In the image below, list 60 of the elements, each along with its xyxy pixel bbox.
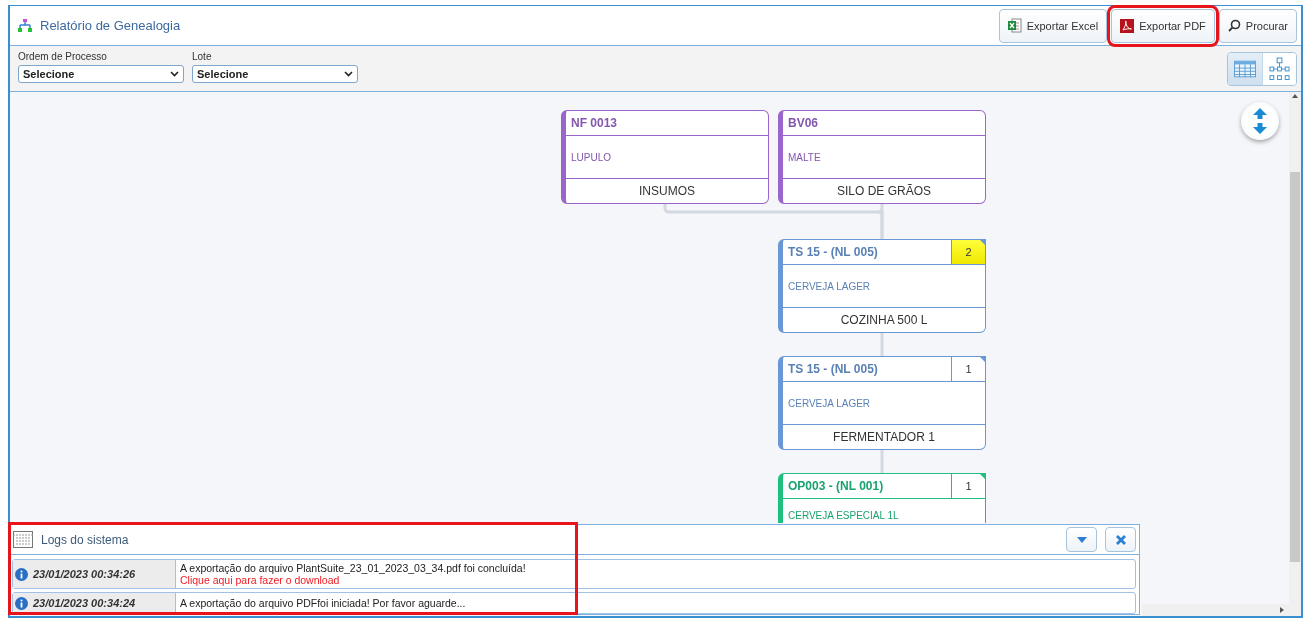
node-code: NF 0013 bbox=[570, 115, 619, 132]
search-icon bbox=[1227, 19, 1241, 32]
expand-collapse-button[interactable] bbox=[1241, 102, 1279, 140]
scroll-up-arrow-icon[interactable] bbox=[1291, 92, 1299, 100]
scroll-right-arrow-icon[interactable] bbox=[1279, 606, 1285, 614]
close-button[interactable] bbox=[1105, 527, 1136, 552]
node-location: SILO DE GRÃOS bbox=[783, 178, 985, 203]
node-code: TS 15 - (NL 005) bbox=[787, 244, 879, 261]
connector-line bbox=[880, 450, 884, 473]
node-location: INSUMOS bbox=[566, 178, 768, 203]
count-badge: 1 bbox=[951, 474, 985, 498]
filter-label: Lote bbox=[192, 51, 213, 62]
tree-view-button[interactable] bbox=[1262, 53, 1296, 85]
log-message: A exportação do arquivo PlantSuite_23_01_2023_03_34.pdf foi concluída! bbox=[180, 562, 527, 574]
hierarchy-icon bbox=[1269, 57, 1290, 81]
node-code: TS 15 - (NL 005) bbox=[787, 361, 879, 378]
node-card[interactable]: TS 15 - (NL 005) 1 CERVEJA LAGER FERMENTADOR 1 bbox=[778, 356, 986, 450]
table-icon bbox=[1234, 60, 1256, 78]
up-down-arrows-icon bbox=[1253, 108, 1267, 134]
page-title: Relatório de Genealogia bbox=[40, 18, 182, 33]
node-code: BV06 bbox=[787, 115, 820, 132]
node-description: CERVEJA LAGER bbox=[787, 396, 872, 411]
node-card[interactable]: BV06 MALTE SILO DE GRÃOS bbox=[778, 110, 986, 204]
node-description: LUPULO bbox=[570, 150, 612, 165]
chevron-down-icon bbox=[344, 71, 353, 77]
select-field[interactable]: Selecione bbox=[192, 65, 358, 83]
node-card[interactable]: OP003 - (NL 001) 1 CERVEJA ESPECIAL 1L bbox=[778, 473, 986, 523]
scrollbar-thumb[interactable] bbox=[1290, 172, 1300, 562]
info-icon bbox=[15, 567, 28, 581]
download-link[interactable]: Clique aqui para fazer o download bbox=[180, 574, 1131, 586]
node-card[interactable]: TS 15 - (NL 005) 2 CERVEJA LAGER COZINHA 500 L bbox=[778, 239, 986, 333]
info-icon bbox=[15, 596, 28, 610]
log-message: A exportação do arquivo PDFfoi iniciada! Por favor aguarde... bbox=[180, 597, 467, 609]
node-location: COZINHA 500 L bbox=[783, 307, 985, 332]
panel-title: Logs do sistema bbox=[41, 532, 130, 547]
pdf-icon bbox=[1120, 18, 1135, 33]
log-time: 23/01/2023 00:34:26 bbox=[33, 568, 136, 580]
search-button[interactable]: Procurar bbox=[1218, 8, 1297, 43]
caret-down-icon bbox=[1076, 536, 1087, 543]
hierarchy-icon bbox=[18, 19, 32, 32]
count-badge: 2 bbox=[951, 240, 985, 264]
log-time: 23/01/2023 00:34:24 bbox=[33, 597, 136, 609]
filter-label: Ordem de Processo bbox=[18, 51, 108, 62]
horizontal-scrollbar[interactable] bbox=[1142, 604, 1301, 616]
node-location: FERMENTADOR 1 bbox=[783, 424, 985, 449]
connector-line bbox=[880, 333, 884, 356]
log-table-icon bbox=[13, 531, 33, 548]
node-card[interactable]: NF 0013 LUPULO INSUMOS bbox=[561, 110, 769, 204]
collapse-button[interactable] bbox=[1066, 527, 1097, 552]
node-code: OP003 - (NL 001) bbox=[787, 478, 885, 495]
node-description: CERVEJA ESPECIAL 1L bbox=[787, 509, 900, 523]
select-field[interactable]: Selecione bbox=[18, 65, 184, 83]
close-icon bbox=[1115, 534, 1126, 545]
count-badge: 1 bbox=[951, 357, 985, 381]
spreadsheet-icon bbox=[1007, 18, 1022, 33]
node-description: MALTE bbox=[787, 150, 822, 165]
chevron-down-icon bbox=[170, 71, 179, 77]
excel-button[interactable]: Exportar Excel bbox=[998, 8, 1108, 43]
node-description: CERVEJA LAGER bbox=[787, 279, 872, 294]
table-view-button[interactable] bbox=[1228, 53, 1262, 85]
